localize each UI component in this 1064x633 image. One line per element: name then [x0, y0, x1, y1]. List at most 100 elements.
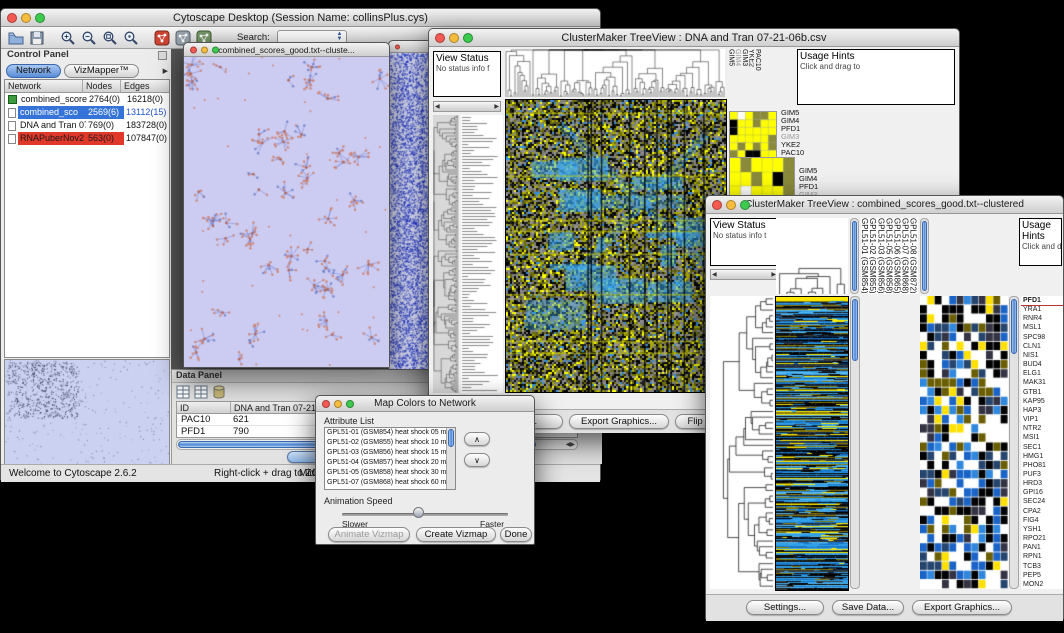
scroll-right-icon[interactable]: ▶ [494, 103, 499, 110]
dialog-titlebar[interactable]: Map Colors to Network [316, 396, 534, 412]
window-controls[interactable] [7, 13, 45, 23]
move-down-button[interactable]: ∨ [464, 453, 490, 467]
zoom-heatmap[interactable] [920, 296, 1008, 589]
open-session-icon[interactable] [7, 29, 25, 47]
gene-label[interactable]: SEC1 [1021, 443, 1063, 452]
row-dendrogram[interactable] [433, 115, 459, 393]
zoom-button[interactable] [463, 33, 473, 43]
minimize-button[interactable] [726, 200, 736, 210]
attribute-item[interactable]: GPL51-04 (GSM857) heat shock 20 min [325, 458, 446, 468]
network-row[interactable]: DNA and Tran 07769(0)183728(0) [5, 119, 169, 132]
network-overview[interactable] [4, 359, 170, 465]
vertical-scrollbar[interactable] [920, 218, 929, 294]
gene-label[interactable]: NIS1 [1021, 351, 1063, 360]
zoom-out-icon[interactable] [80, 29, 98, 47]
done-button[interactable]: Done [500, 527, 532, 542]
export-graphics-button[interactable]: Export Graphics... [569, 414, 669, 429]
list-scrollbar[interactable] [446, 428, 455, 489]
attribute-listbox[interactable]: GPL51-01 (GSM854) heat shock 05 minGPL51… [324, 427, 456, 490]
scroll-left-icon[interactable]: ◀ [435, 103, 440, 110]
gene-label[interactable]: RPO21 [1021, 534, 1063, 543]
close-button[interactable] [190, 46, 197, 53]
network-row[interactable]: combined_scores2764(0)16218(0) [5, 93, 169, 106]
export-graphics-button[interactable]: Export Graphics... [912, 600, 1012, 615]
settings-button[interactable]: Settings... [746, 600, 824, 615]
gene-label[interactable]: FIG4 [1021, 516, 1063, 525]
gene-label[interactable]: YRA1 [1021, 305, 1063, 314]
gene-label[interactable]: TCB3 [1021, 562, 1063, 571]
gene-label[interactable]: MSL1 [1021, 323, 1063, 332]
gene-label[interactable]: PAN1 [1021, 543, 1063, 552]
scroll-left-icon[interactable]: ◀ [712, 271, 717, 278]
network-row[interactable]: combined_sco2569(6)13112(15) [5, 106, 169, 119]
window-controls[interactable] [712, 200, 750, 210]
gene-label[interactable]: MON2 [1021, 580, 1063, 589]
column-dendrogram[interactable] [505, 49, 725, 97]
create-vizmap-button[interactable]: Create Vizmap [416, 527, 496, 542]
col-edges[interactable]: Edges [121, 80, 169, 92]
gene-label[interactable]: BUD4 [1021, 360, 1063, 369]
zoom-button[interactable] [212, 46, 219, 53]
attribute-item[interactable]: GPL51-05 (GSM858) heat shock 30 min [325, 468, 446, 478]
gene-label[interactable]: ELG1 [1021, 369, 1063, 378]
attribute-item[interactable]: GPL51-03 (GSM856) heat shock 15 min [325, 448, 446, 458]
animate-vizmap-button[interactable]: Animate Vizmap [328, 527, 410, 542]
minimize-button[interactable] [449, 33, 459, 43]
minimize-button[interactable] [201, 46, 208, 53]
window-controls[interactable] [322, 400, 354, 408]
treeview1-titlebar[interactable]: ClusterMaker TreeView : DNA and Tran 07-… [429, 29, 959, 47]
gene-label[interactable]: CLN1 [1021, 342, 1063, 351]
save-session-icon[interactable] [28, 29, 46, 47]
window-controls[interactable] [190, 46, 219, 53]
tab-overflow-icon[interactable]: ▶ [163, 67, 168, 75]
gene-label[interactable]: YSH1 [1021, 525, 1063, 534]
gene-label[interactable]: PFD1 [1021, 296, 1063, 305]
network-row[interactable]: RNAPuberNov2563(0)107847(0) [5, 132, 169, 145]
heatmap[interactable] [775, 296, 849, 591]
gene-label[interactable]: NTR2 [1021, 424, 1063, 433]
zoom-selected-icon[interactable] [101, 29, 119, 47]
network-list-header[interactable]: Network Nodes Edges [5, 80, 169, 93]
close-button[interactable] [712, 200, 722, 210]
gene-label[interactable]: PHO81 [1021, 461, 1063, 470]
hscroll-arrows-icon[interactable]: ◀▶ [566, 441, 575, 448]
vertical-scrollbar[interactable] [1009, 296, 1019, 589]
main-titlebar[interactable]: Cytoscape Desktop (Session Name: collins… [1, 9, 600, 27]
float-panel-icon[interactable] [158, 51, 167, 60]
gene-label[interactable]: RPN1 [1021, 552, 1063, 561]
minimize-button[interactable] [334, 400, 342, 408]
attribute-item[interactable]: GPL51-02 (GSM855) heat shock 10 min [325, 438, 446, 448]
horizontal-scrollbar[interactable]: ◀▶ [433, 101, 501, 112]
gene-label[interactable]: KAP95 [1021, 397, 1063, 406]
close-button[interactable] [395, 44, 400, 49]
treeview2-titlebar[interactable]: ClusterMaker TreeView : combined_scores_… [706, 196, 1063, 214]
gene-label[interactable]: HRD3 [1021, 479, 1063, 488]
gene-label[interactable]: HMG1 [1021, 452, 1063, 461]
network-window-titlebar[interactable]: combined_scores_good.txt--cluste... [184, 43, 389, 57]
save-data-button[interactable]: Save Data... [832, 600, 904, 615]
gene-label[interactable]: RNR4 [1021, 314, 1063, 323]
network-view[interactable] [184, 57, 389, 367]
zoom-fit-icon[interactable] [122, 29, 140, 47]
gene-label[interactable]: GPI16 [1021, 488, 1063, 497]
vertical-scrollbar[interactable] [850, 296, 860, 589]
gene-label[interactable]: VIP1 [1021, 415, 1063, 424]
gene-label[interactable]: GTB1 [1021, 388, 1063, 397]
gene-label[interactable]: MAK31 [1021, 378, 1063, 387]
close-button[interactable] [435, 33, 445, 43]
close-button[interactable] [7, 13, 17, 23]
move-up-button[interactable]: ∧ [464, 432, 490, 446]
speed-slider-track[interactable] [342, 513, 508, 516]
speed-slider-thumb[interactable] [413, 507, 424, 518]
column-dendrogram[interactable] [776, 218, 848, 294]
minimize-button[interactable] [21, 13, 31, 23]
gene-label[interactable]: SPC98 [1021, 333, 1063, 342]
tab-vizmapper[interactable]: VizMapper™ [64, 64, 139, 78]
vertical-scrollbar[interactable] [850, 218, 859, 294]
gene-label[interactable]: SEC24 [1021, 497, 1063, 506]
gene-label[interactable]: PUF3 [1021, 470, 1063, 479]
zoom-button[interactable] [740, 200, 750, 210]
gene-label[interactable]: PEP5 [1021, 571, 1063, 580]
col-id[interactable]: ID [177, 402, 231, 413]
gene-label[interactable]: MSI1 [1021, 433, 1063, 442]
